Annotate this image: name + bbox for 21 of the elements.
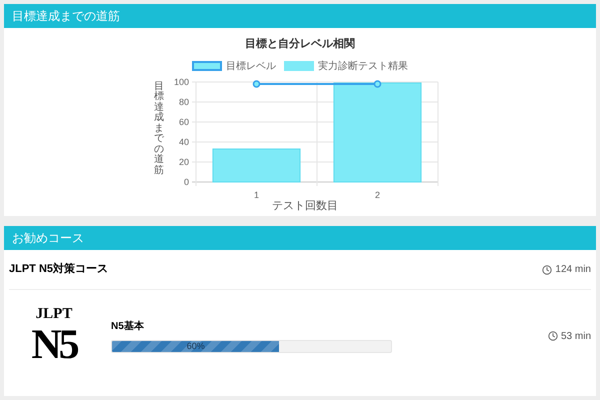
y-tick-label: 60 (178, 116, 189, 126)
y-tick-label: 40 (178, 136, 189, 146)
legend-label: 目標レベル (226, 60, 276, 74)
x-tick-label: 1 (254, 190, 259, 198)
y-tick-label: 0 (184, 176, 189, 186)
jlpt-n5-logo: JLPT N5 (30, 306, 78, 366)
y-tick-label: 20 (178, 156, 189, 166)
progress-label: 60% (186, 341, 206, 352)
y-tick-label: 80 (178, 96, 189, 106)
lesson-duration: 53 min (560, 330, 591, 344)
section-header: 目標達成までの道筋 (4, 4, 596, 28)
x-tick-label: 2 (375, 190, 380, 198)
y-axis-label: 目標達成までの道筋 (154, 82, 164, 176)
y-tick-label: 100 (174, 76, 189, 86)
x-axis-label: テスト回数目 (272, 198, 338, 214)
course-duration: 124 min (555, 263, 591, 277)
lesson-title: N5基本 (111, 320, 145, 334)
course-title: JLPT N5対策コース (9, 262, 108, 278)
section-header: お勧めコース (4, 226, 596, 250)
legend-label: 実力診断テスト精果 (318, 60, 408, 74)
chart-title: 目標と自分レベル相関 (245, 36, 355, 52)
